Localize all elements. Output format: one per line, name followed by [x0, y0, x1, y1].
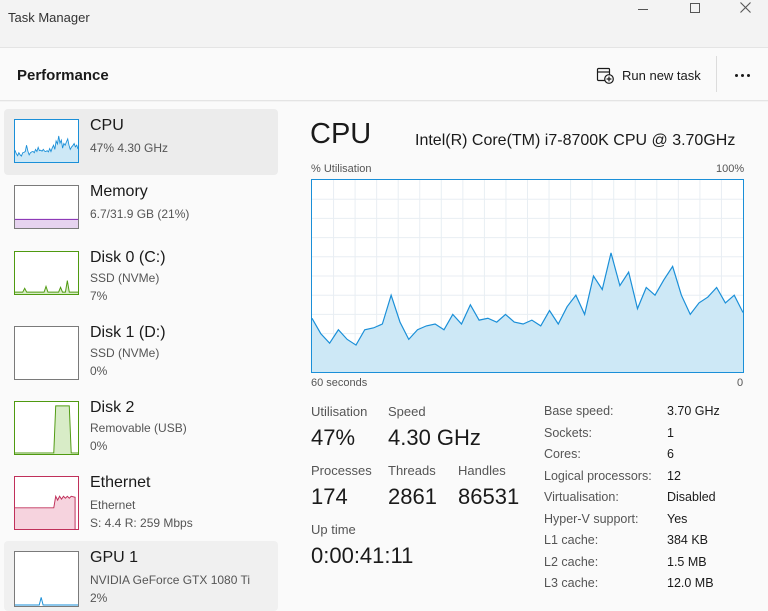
- more-icon: [734, 73, 738, 77]
- handles-value: 86531: [458, 484, 520, 509]
- graph-min-label: 0: [737, 377, 744, 389]
- spec-label: Logical processors:: [544, 469, 652, 483]
- threads-label: Threads: [388, 463, 436, 478]
- sidebar-item-memory[interactable]: Memory 6.7/31.9 GB (21%): [4, 175, 278, 241]
- sidebar-item-ethernet[interactable]: Ethernet Ethernet S: 4.4 R: 259 Mbps: [4, 466, 278, 532]
- spec-value: 12.0 MB: [667, 576, 714, 590]
- graph-axis-label: % Utilisation: [311, 163, 372, 175]
- page-title: Performance: [17, 67, 109, 84]
- disk-0-thumbnail-graph: [14, 251, 79, 295]
- sidebar-item-detail: NVIDIA GeForce GTX 1080 Ti: [90, 573, 251, 587]
- maximize-button[interactable]: [672, 0, 718, 14]
- minimize-icon: [638, 8, 648, 10]
- disk-1-thumbnail-graph: [14, 326, 79, 380]
- speed-value: 4.30 GHz: [388, 425, 481, 450]
- title-bar: Task Manager: [0, 0, 768, 46]
- spec-label: Virtualisation:: [544, 490, 619, 504]
- cpu-thumbnail-graph: [14, 119, 79, 163]
- utilisation-area: [15, 135, 78, 162]
- sidebar-item-detail: SSD (NVMe): [90, 346, 160, 360]
- spec-value: 384 KB: [667, 533, 709, 547]
- ethernet-thumbnail-graph: [14, 476, 79, 530]
- spec-label: L1 cache:: [544, 533, 599, 547]
- spec-value: Disabled: [667, 490, 716, 504]
- spec-value: 12: [667, 469, 681, 483]
- sidebar-item-gpu-1[interactable]: GPU 1 NVIDIA GeForce GTX 1080 Ti 2%: [4, 541, 278, 611]
- minimize-button[interactable]: [620, 0, 666, 14]
- page-header: Performance Run new task: [0, 47, 768, 101]
- close-button[interactable]: [722, 0, 768, 14]
- sidebar-item-disk-0[interactable]: Disk 0 (C:) SSD (NVMe) 7%: [4, 241, 278, 307]
- sidebar-item-label: CPU: [90, 117, 124, 134]
- sidebar-item-cpu[interactable]: CPU 47% 4.30 GHz: [4, 109, 278, 175]
- sidebar-item-detail: 6.7/31.9 GB (21%): [90, 207, 190, 221]
- sidebar-item-detail: 47% 4.30 GHz: [90, 141, 169, 155]
- sidebar-item-disk-2[interactable]: Disk 2 Removable (USB) 0%: [4, 391, 278, 457]
- sidebar-item-detail: Ethernet: [90, 498, 136, 512]
- spec-value: 6: [667, 447, 674, 461]
- spec-value: 1.5 MB: [667, 555, 707, 569]
- run-new-task-label: Run new task: [622, 67, 701, 83]
- cpu-model-name: Intel(R) Core(TM) i7-8700K CPU @ 3.70GHz: [415, 132, 736, 149]
- handles-label: Handles: [458, 463, 506, 478]
- utilisation-label: Utilisation: [311, 404, 368, 419]
- sidebar-item-label: GPU 1: [90, 549, 139, 566]
- cpu-detail-panel: CPU Intel(R) Core(TM) i7-8700K CPU @ 3.7…: [282, 102, 768, 611]
- sidebar-item-detail: Removable (USB): [90, 421, 187, 435]
- threads-value: 2861: [388, 484, 437, 509]
- sidebar-item-value: 0%: [90, 364, 108, 378]
- processes-value: 174: [311, 484, 348, 509]
- processes-label: Processes: [311, 463, 372, 478]
- uptime-value: 0:00:41:11: [311, 543, 414, 568]
- cpu-heading: CPU: [310, 118, 372, 150]
- utilisation-value: 47%: [311, 425, 356, 450]
- sidebar-item-value: S: 4.4 R: 259 Mbps: [90, 516, 193, 530]
- sidebar-item-value: 7%: [90, 289, 108, 303]
- spec-label: Sockets:: [544, 426, 592, 440]
- run-new-task-button[interactable]: Run new task: [590, 62, 707, 88]
- spec-label: Base speed:: [544, 404, 614, 418]
- spec-label: Hyper-V support:: [544, 512, 639, 526]
- spec-value: 1: [667, 426, 674, 440]
- sidebar-item-detail: SSD (NVMe): [90, 271, 160, 285]
- sidebar-item-value: 0%: [90, 439, 108, 453]
- spec-label: L2 cache:: [544, 555, 599, 569]
- disk-2-thumbnail-graph: [14, 401, 79, 455]
- cpu-utilisation-graph: [311, 179, 744, 373]
- close-icon: [739, 1, 751, 13]
- sidebar-item-label: Disk 0 (C:): [90, 249, 166, 266]
- run-task-icon: [596, 67, 614, 84]
- memory-thumbnail-graph: [14, 185, 79, 229]
- spec-label: Cores:: [544, 447, 581, 461]
- speed-label: Speed: [388, 404, 426, 419]
- graph-time-label: 60 seconds: [311, 377, 368, 389]
- spec-label: L3 cache:: [544, 576, 599, 590]
- sidebar-item-label: Ethernet: [90, 474, 151, 491]
- sidebar-item-label: Disk 1 (D:): [90, 324, 166, 341]
- spec-value: Yes: [667, 512, 688, 526]
- spec-value: 3.70 GHz: [667, 404, 720, 418]
- app-title: Task Manager: [8, 10, 90, 25]
- uptime-label: Up time: [311, 522, 356, 537]
- sidebar-item-label: Disk 2: [90, 399, 135, 416]
- sidebar-item-label: Memory: [90, 183, 148, 200]
- maximize-icon: [690, 3, 700, 13]
- sidebar-item-value: 2%: [90, 591, 108, 605]
- gpu-1-thumbnail-graph: [14, 551, 79, 607]
- sidebar-item-disk-1[interactable]: Disk 1 (D:) SSD (NVMe) 0%: [4, 316, 278, 382]
- sidebar: CPU 47% 4.30 GHz Memory 6.7/31.9 GB (21%…: [0, 102, 282, 611]
- header-divider: [716, 56, 717, 92]
- graph-max-label: 100%: [716, 163, 745, 175]
- more-options-button[interactable]: [728, 63, 756, 87]
